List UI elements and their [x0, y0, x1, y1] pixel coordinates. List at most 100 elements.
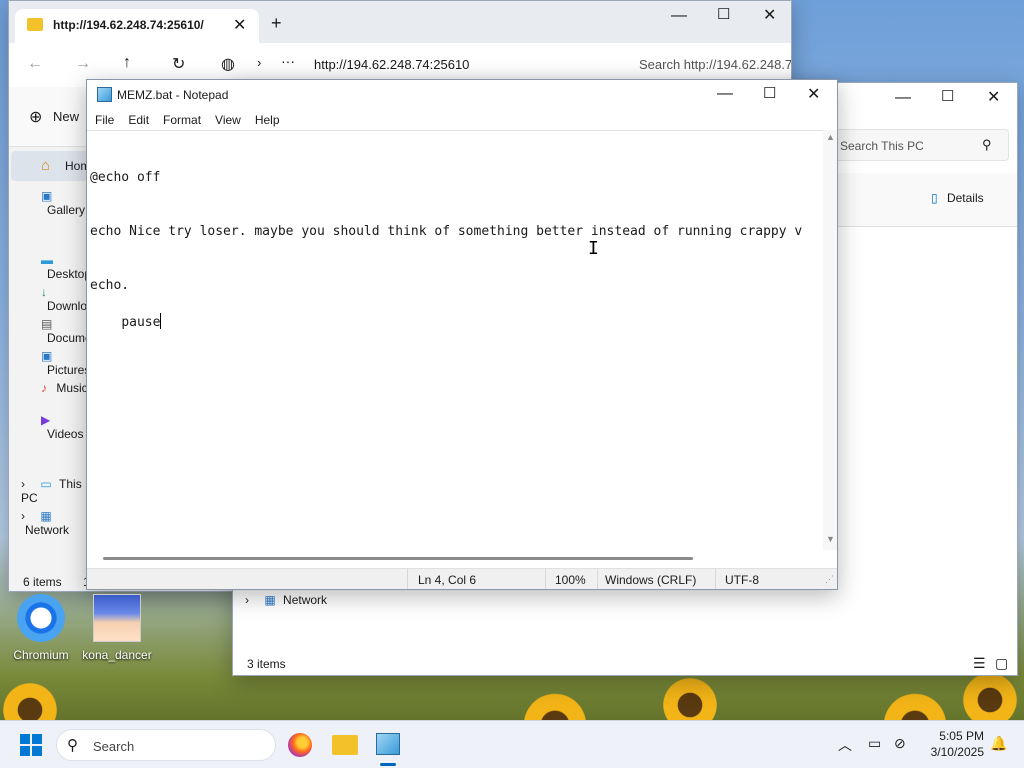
refresh-icon[interactable]: ↻	[172, 54, 185, 74]
chevron-right-icon[interactable]: ›	[245, 593, 249, 607]
list-view-icon[interactable]: ☰	[973, 655, 986, 672]
menu-edit[interactable]: Edit	[128, 113, 149, 127]
pictures-icon: ▣	[41, 349, 53, 363]
clock-time[interactable]: 5:05 PM	[926, 729, 984, 743]
new-button[interactable]: New	[53, 109, 79, 124]
text-line: echo.	[90, 278, 130, 293]
home-icon: ⌂	[41, 157, 51, 174]
scroll-thumb[interactable]	[103, 557, 693, 560]
maximize-icon[interactable]: ☐	[763, 84, 776, 102]
minimize-icon[interactable]: —	[895, 89, 911, 107]
menu-file[interactable]: File	[95, 113, 114, 127]
nav-item-network[interactable]: › ▦ Network	[245, 593, 327, 607]
sidebar-item-home[interactable]: ⌂ Home	[11, 151, 97, 181]
notification-bell-icon[interactable]: 🔔	[990, 735, 1007, 752]
encoding: UTF-8	[725, 573, 759, 587]
close-icon[interactable]: ✕	[763, 5, 776, 25]
chevron-up-icon[interactable]: ︿	[838, 735, 852, 755]
search-input[interactable]: Search http://194.62.248.74:25610/	[639, 57, 791, 72]
ibeam-cursor-icon: I	[588, 238, 599, 259]
new-tab-icon[interactable]: +	[271, 13, 282, 34]
close-icon[interactable]: ✕	[807, 84, 820, 104]
status-bar: Ln 4, Col 6 100% Windows (CRLF) UTF-8 ⋰	[87, 568, 837, 589]
text-line: pause	[121, 315, 161, 330]
notepad-icon	[97, 87, 112, 102]
taskbar: ⚲ Search ︿ ▭ ⊘ 5:05 PM 3/10/2025 🔔	[0, 720, 1024, 768]
network-status-icon[interactable]: ▭	[868, 735, 881, 752]
tab-title: http://194.62.248.74:25610/	[53, 18, 204, 32]
sidebar-item-gallery[interactable]: ▣ Gallery	[41, 189, 89, 217]
menu-bar: File Edit Format View Help	[87, 110, 837, 130]
volume-muted-icon[interactable]: ⊘	[894, 735, 906, 752]
status-item-count: 6 items	[23, 575, 62, 589]
start-icon[interactable]	[20, 734, 42, 756]
line-ending: Windows (CRLF)	[605, 573, 697, 587]
vertical-scrollbar[interactable]: ▲ ▼	[823, 130, 837, 550]
chevron-right-icon[interactable]: ›	[21, 477, 25, 491]
menu-view[interactable]: View	[215, 113, 241, 127]
sidebar: ⌂ Home ▣ Gallery ▬ Desktop ↓ Downloads ▤…	[9, 147, 108, 567]
sidebar-item-network[interactable]: › ▦ Network	[21, 509, 89, 537]
tiles-view-icon[interactable]: ▢	[995, 655, 1008, 672]
menu-format[interactable]: Format	[163, 113, 201, 127]
chevron-right-icon[interactable]: ›	[21, 509, 25, 523]
network-icon: ▦	[40, 509, 52, 523]
folder-icon	[27, 18, 43, 31]
globe-icon: ◍	[221, 56, 235, 73]
forward-icon[interactable]: →	[75, 55, 91, 73]
text-line: echo Nice try loser. maybe you should th…	[90, 224, 803, 239]
pc-icon: ▭	[40, 477, 52, 491]
close-icon[interactable]: ✕	[987, 87, 1000, 107]
sidebar-item-music[interactable]: ♪ Music	[41, 381, 88, 395]
address-bar[interactable]: http://194.62.248.74:25610	[314, 57, 469, 72]
sidebar-item-this-pc[interactable]: › ▭ This PC	[21, 477, 89, 505]
chromium-icon	[17, 594, 65, 642]
details-button[interactable]: ▯ Details	[931, 191, 984, 205]
search-input[interactable]: Search This PC ⚲	[833, 129, 1009, 161]
gallery-icon: ▣	[41, 189, 53, 203]
scroll-down-icon[interactable]: ▼	[826, 534, 835, 544]
kona-dancer-icon	[93, 594, 141, 642]
minimize-icon[interactable]: —	[671, 7, 687, 25]
desktop-icon-chromium[interactable]: Chromium	[8, 594, 74, 662]
document-icon: ▤	[41, 317, 53, 331]
desktop-icon-label: kona_dancer	[82, 648, 152, 662]
maximize-icon[interactable]: ☐	[941, 87, 954, 105]
file-explorer-icon[interactable]	[332, 735, 358, 755]
resize-grip-icon[interactable]: ⋰	[825, 574, 834, 585]
sidebar-item-videos[interactable]: ▶ Videos	[41, 413, 89, 441]
music-icon: ♪	[41, 381, 47, 395]
sidebar-item-desktop[interactable]: ▬ Desktop	[41, 253, 91, 281]
minimize-icon[interactable]: —	[717, 85, 733, 103]
chevron-right-icon: ›	[257, 55, 262, 70]
firefox-icon[interactable]	[288, 733, 312, 757]
title-bar[interactable]: MEMZ.bat - Notepad — ☐ ✕	[87, 80, 837, 110]
zoom-level: 100%	[555, 573, 586, 587]
menu-help[interactable]: Help	[255, 113, 280, 127]
notepad-window: MEMZ.bat - Notepad — ☐ ✕ File Edit Forma…	[86, 79, 838, 590]
search-icon: ⚲	[982, 137, 992, 152]
sidebar-item-pictures[interactable]: ▣ Pictures	[41, 349, 90, 377]
clock-date[interactable]: 3/10/2025	[920, 745, 984, 759]
search-icon: ⚲	[67, 737, 78, 754]
video-icon: ▶	[41, 413, 51, 427]
text-line: @echo off	[90, 170, 161, 185]
scroll-up-icon[interactable]: ▲	[826, 132, 835, 142]
notepad-taskbar-icon[interactable]	[376, 733, 400, 755]
close-tab-icon[interactable]: ✕	[233, 15, 246, 35]
text-editor[interactable]: @echo off echo Nice try loser. maybe you…	[87, 130, 823, 550]
up-icon[interactable]: ↑	[123, 54, 131, 72]
more-icon[interactable]: ···	[281, 53, 295, 69]
tab-active[interactable]: http://194.62.248.74:25610/ ✕	[15, 9, 259, 43]
desktop-icon: ▬	[41, 253, 53, 267]
desktop-icon-label: Chromium	[13, 648, 69, 662]
add-icon: ⊕	[29, 109, 43, 126]
desktop-icon-kona-dancer[interactable]: kona_dancer	[82, 594, 152, 662]
taskbar-search[interactable]: ⚲ Search	[56, 729, 276, 761]
back-icon[interactable]: ←	[27, 55, 43, 73]
text-cursor	[160, 313, 162, 329]
active-indicator	[380, 763, 396, 766]
cursor-position: Ln 4, Col 6	[418, 573, 477, 587]
maximize-icon[interactable]: ☐	[717, 5, 730, 23]
horizontal-scrollbar[interactable]	[87, 550, 823, 566]
